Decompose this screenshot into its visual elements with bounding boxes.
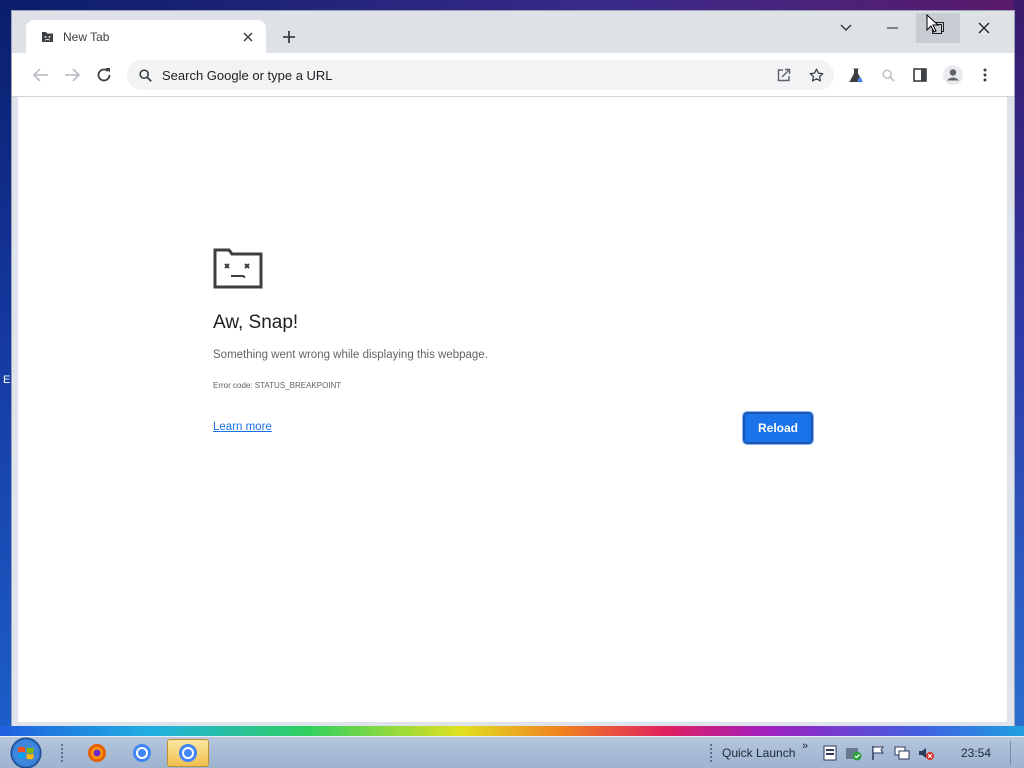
error-heading: Aw, Snap! <box>213 312 299 333</box>
desktop-top-edge <box>0 0 1024 10</box>
labs-button[interactable] <box>842 61 870 89</box>
star-icon <box>809 68 823 82</box>
page-content: Aw, Snap! Something went wrong while dis… <box>18 97 1007 722</box>
profile-button[interactable] <box>939 61 967 89</box>
tray-flag-icon[interactable] <box>869 744 887 762</box>
taskbar-clock[interactable]: 23:54 <box>961 746 991 760</box>
close-window-button[interactable] <box>962 13 1006 43</box>
share-button[interactable] <box>770 61 798 89</box>
forward-arrow-icon <box>65 68 80 82</box>
plus-icon <box>283 31 295 43</box>
browser-window: New Tab Search Google or type a URL Aw, … <box>11 10 1015 728</box>
quick-launch-label[interactable]: Quick Launch <box>722 746 795 760</box>
tray-document-icon[interactable] <box>821 744 839 762</box>
desktop-right-edge <box>1014 0 1024 730</box>
quick-launch-chevron[interactable]: » <box>802 740 808 752</box>
tab-title: New Tab <box>63 29 110 44</box>
chrome-menu-button[interactable] <box>971 61 999 89</box>
side-panel-button[interactable] <box>906 61 934 89</box>
taskbar-chrome-active[interactable] <box>167 739 209 767</box>
back-arrow-icon <box>33 68 48 82</box>
search-icon <box>137 67 153 83</box>
tray-volume-muted-icon[interactable] <box>917 744 935 762</box>
sad-tab-icon <box>213 247 263 289</box>
windows-start-icon <box>10 737 42 768</box>
forward-button[interactable] <box>58 61 86 89</box>
side-panel-icon <box>913 68 927 82</box>
tab-sad-favicon-icon <box>40 30 54 44</box>
reload-toolbar-button[interactable] <box>90 61 118 89</box>
zoom-icon <box>881 68 895 82</box>
quick-launch-grip[interactable] <box>709 743 713 763</box>
minimize-button[interactable] <box>870 13 914 43</box>
share-icon <box>777 68 791 82</box>
tab-strip: New Tab <box>12 11 1014 53</box>
desktop-wallpaper-strip <box>0 726 1024 736</box>
profile-icon <box>943 65 963 85</box>
close-icon <box>978 22 990 34</box>
error-code: Error code: STATUS_BREAKPOINT <box>213 381 342 390</box>
tab-new-tab[interactable]: New Tab <box>26 20 266 53</box>
menu-kebab-icon <box>983 68 987 82</box>
reload-button[interactable]: Reload <box>742 411 814 445</box>
mouse-cursor-icon <box>926 14 940 33</box>
zoom-button[interactable] <box>874 61 902 89</box>
tab-search-button[interactable] <box>824 13 868 43</box>
omnibox-placeholder: Search Google or type a URL <box>162 67 333 83</box>
taskbar-firefox[interactable] <box>76 739 118 767</box>
chrome-icon <box>179 744 197 762</box>
labs-flask-icon <box>849 68 863 82</box>
taskbar: Quick Launch » 23:54 <box>0 736 1024 768</box>
minimize-icon <box>886 27 898 29</box>
close-icon[interactable] <box>240 29 256 45</box>
desktop-edge-text: E <box>3 374 11 386</box>
learn-more-link[interactable]: Learn more <box>213 421 272 433</box>
back-button[interactable] <box>27 61 55 89</box>
firefox-icon <box>88 744 106 762</box>
omnibox[interactable]: Search Google or type a URL <box>127 60 834 90</box>
reload-icon <box>97 68 111 82</box>
new-tab-button[interactable] <box>278 26 300 48</box>
tray-network-icon[interactable] <box>893 744 911 762</box>
taskbar-chrome-pinned[interactable] <box>121 739 163 767</box>
tray-security-icon[interactable] <box>845 744 863 762</box>
taskbar-grip[interactable] <box>60 743 64 763</box>
chrome-icon <box>133 744 151 762</box>
chevron-down-icon <box>840 24 852 32</box>
error-message: Something went wrong while displaying th… <box>213 349 488 361</box>
start-button[interactable] <box>7 737 45 768</box>
show-desktop-button[interactable] <box>1010 741 1016 765</box>
bookmark-star-button[interactable] <box>802 61 830 89</box>
browser-toolbar: Search Google or type a URL <box>12 53 1014 97</box>
